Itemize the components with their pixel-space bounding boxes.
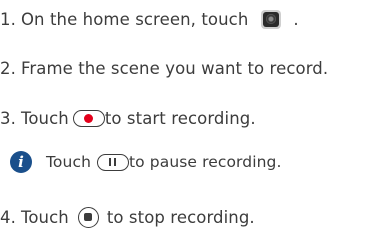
step-1: 1. On the home screen, touch . — [0, 4, 299, 34]
step-2-text: Frame the scene you want to record. — [20, 58, 329, 78]
info-icon-glyph: i — [18, 152, 24, 171]
step-4: 4. Touch to stop recording. — [0, 202, 255, 232]
step-3-touch: Touch — [20, 108, 69, 128]
step-1-number: 1. — [0, 9, 16, 29]
note-touch: Touch — [46, 153, 91, 171]
step-3: 3. Touch to start recording. — [0, 103, 256, 133]
stop-button-icon — [77, 206, 99, 228]
pause-button-icon — [97, 153, 129, 171]
note-text: to pause recording. — [129, 153, 282, 171]
camera-app-icon — [261, 9, 282, 29]
step-3-text: to start recording. — [104, 108, 256, 128]
step-2-number: 2. — [0, 58, 16, 78]
record-button-icon — [72, 109, 105, 127]
note: i Touch to pause recording. — [0, 147, 282, 177]
step-2: 2. Frame the scene you want to record. — [0, 53, 328, 83]
step-3-number: 3. — [0, 108, 16, 128]
step-1-text: On the home screen, touch — [20, 9, 249, 29]
info-icon: i — [10, 151, 32, 173]
step-4-touch: Touch — [20, 207, 69, 227]
step-4-number: 4. — [0, 207, 16, 227]
step-4-text: to stop recording. — [106, 207, 255, 227]
step-1-period: . — [293, 9, 299, 29]
